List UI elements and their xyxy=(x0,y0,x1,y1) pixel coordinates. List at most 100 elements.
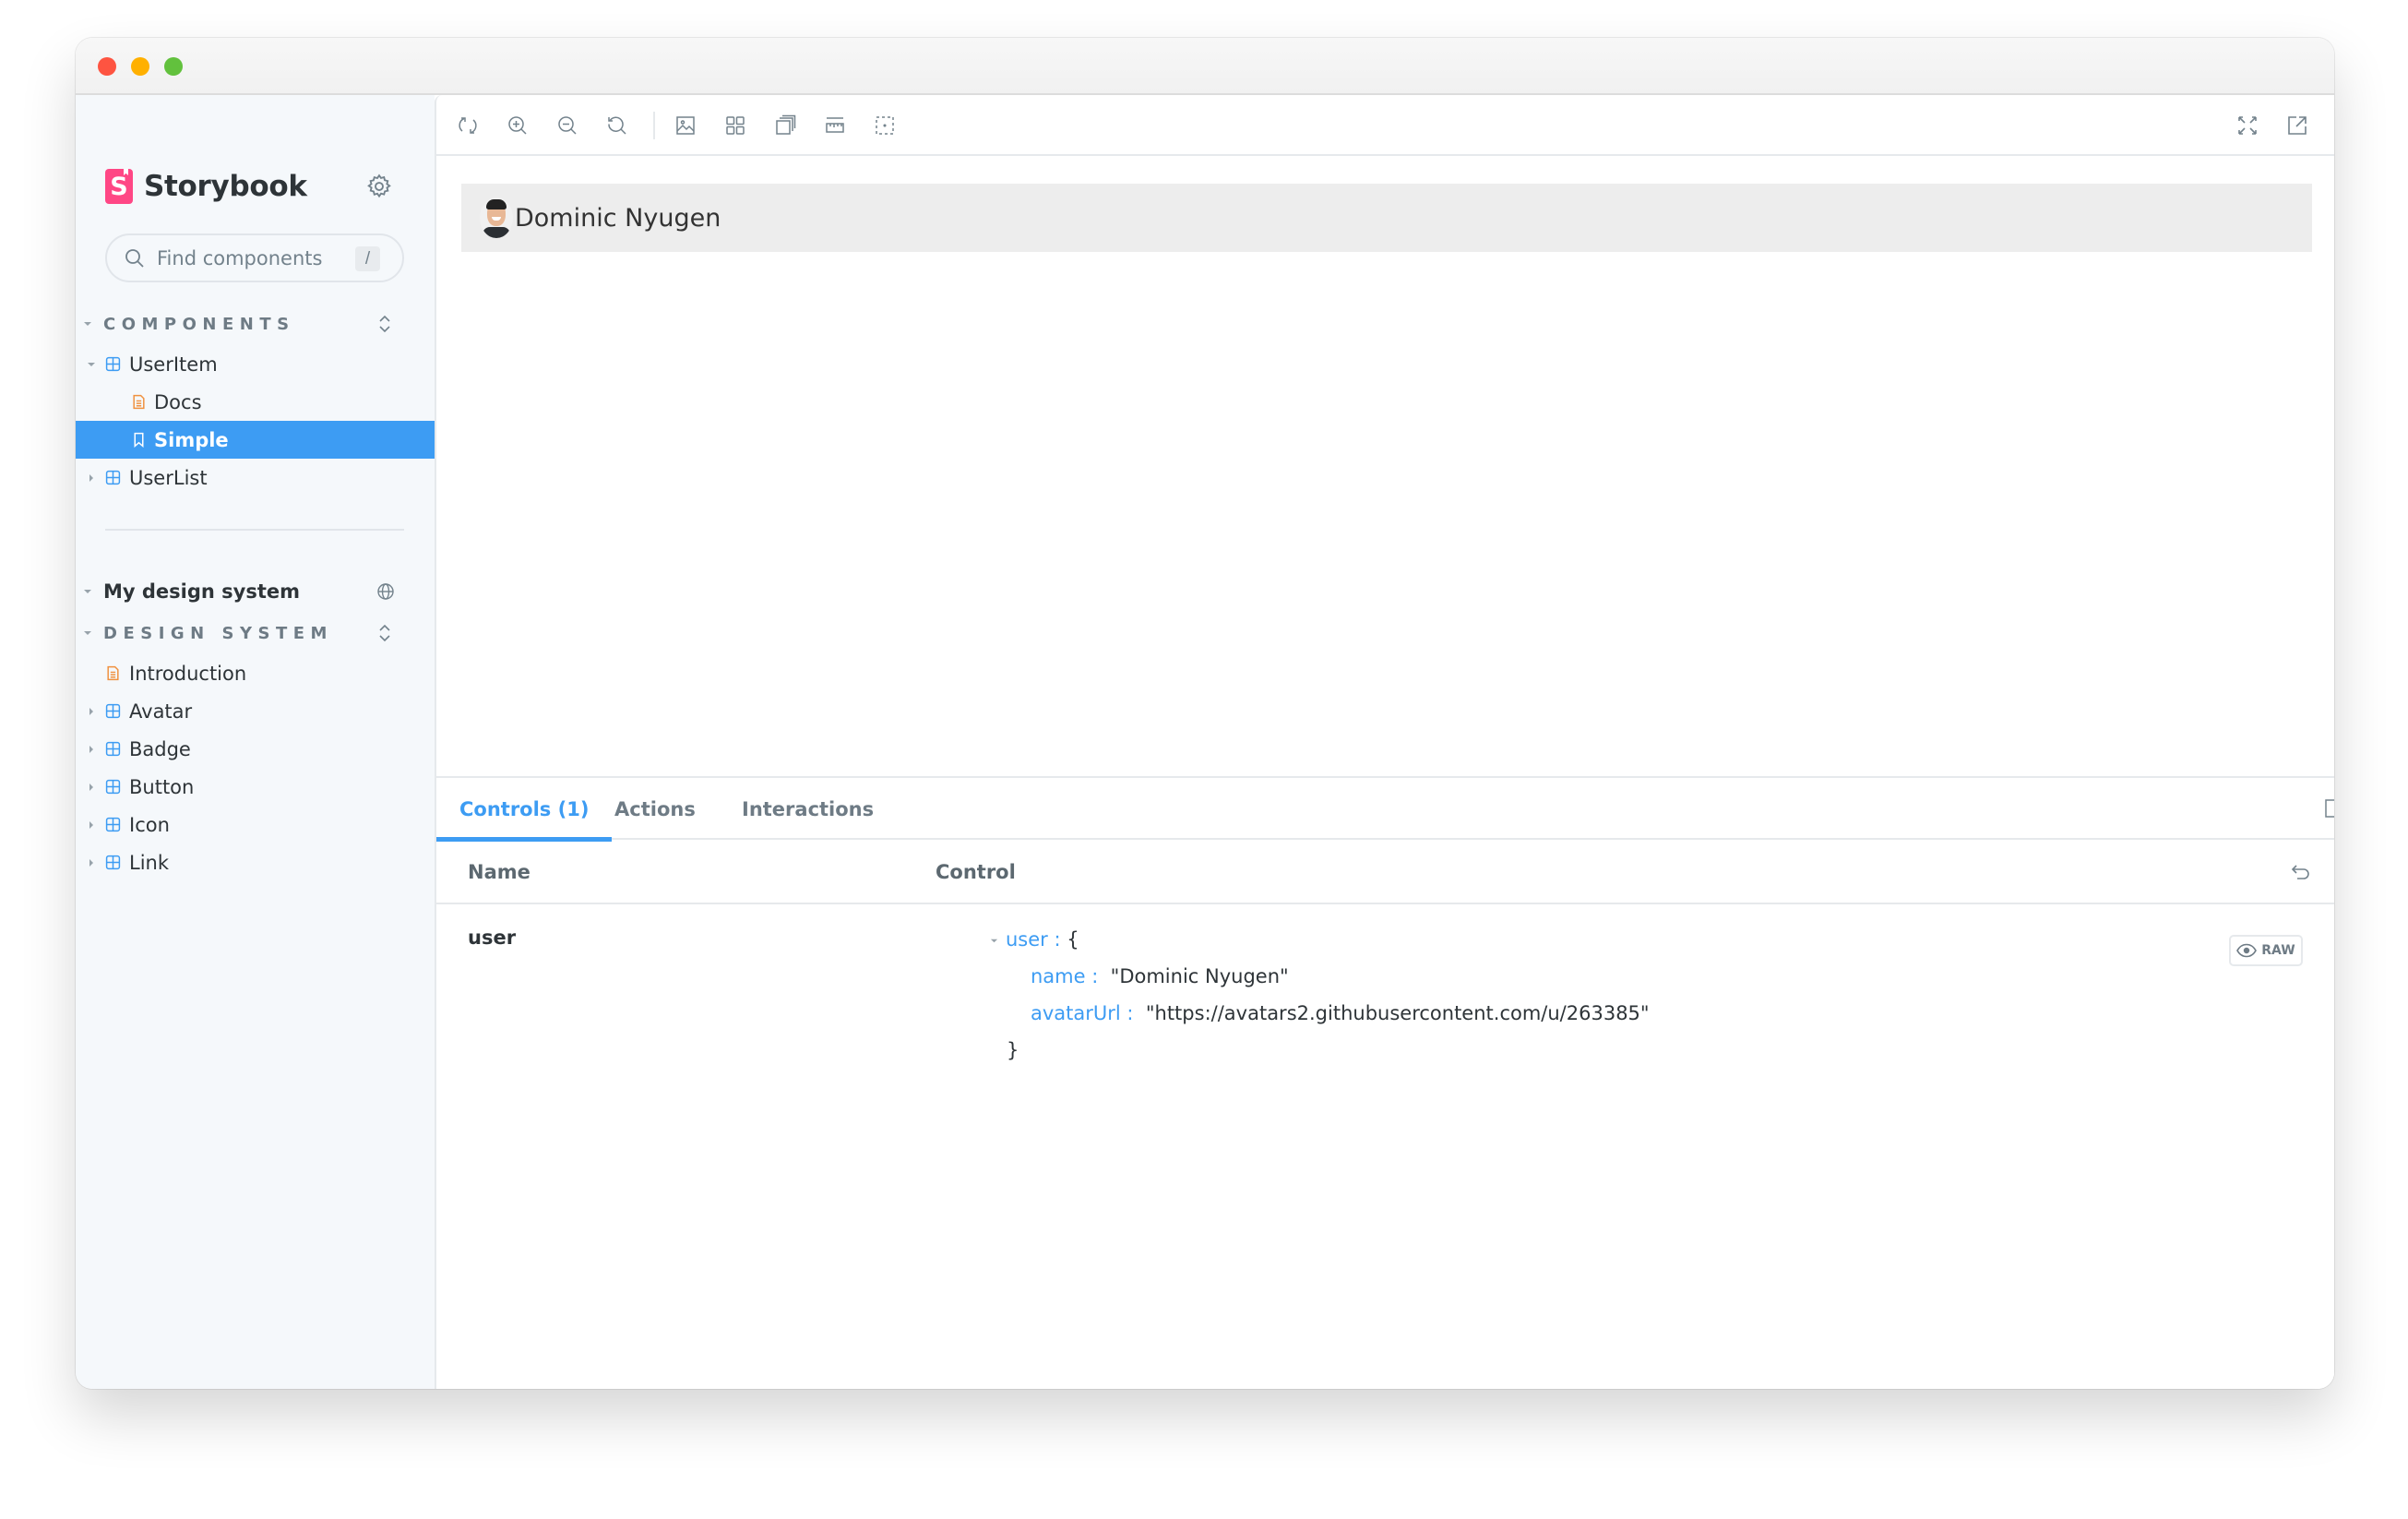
gear-icon xyxy=(367,173,391,198)
section-label: DESIGN SYSTEM xyxy=(103,623,333,643)
toolbar-separator xyxy=(653,112,655,139)
section-header-design-system[interactable]: DESIGN SYSTEM xyxy=(83,619,415,647)
component-icon xyxy=(105,779,121,795)
measure-icon xyxy=(826,117,844,133)
key-separator: : xyxy=(1047,928,1067,951)
background-button[interactable] xyxy=(674,114,697,137)
object-open-brace: { xyxy=(1067,928,1079,951)
globe-icon[interactable] xyxy=(376,582,395,601)
open-new-tab-button[interactable] xyxy=(2286,114,2308,137)
caret-down-icon[interactable] xyxy=(990,937,998,945)
search-box: / xyxy=(105,233,404,282)
sidebar-right-icon xyxy=(2325,799,2334,818)
grid-button[interactable] xyxy=(724,114,746,137)
sidebar-divider xyxy=(105,529,404,531)
main-area: Dominic Nyugen Controls (1) Actions Inte… xyxy=(435,95,2334,1389)
object-root-line[interactable]: user : { xyxy=(990,926,1079,953)
raw-label: RAW xyxy=(2261,943,2295,958)
tree-item-avatar[interactable]: Avatar xyxy=(76,692,435,730)
tree-item-label: Button xyxy=(129,775,195,798)
tree-item-link[interactable]: Link xyxy=(76,843,435,881)
panel-orientation-button[interactable] xyxy=(2323,797,2334,819)
storybook-logo-icon: S xyxy=(105,169,133,204)
ref-header-my-design-system[interactable]: My design system xyxy=(83,575,415,608)
tree-item-docs[interactable]: Docs xyxy=(76,383,435,421)
section-header-components[interactable]: COMPONENTS xyxy=(83,310,415,338)
entry-key: name xyxy=(1031,965,1086,987)
minimize-window-button[interactable] xyxy=(131,57,149,76)
document-icon xyxy=(107,665,119,681)
tree-item-label: Introduction xyxy=(129,662,247,685)
bookmark-icon xyxy=(134,432,144,448)
preview-toolbar xyxy=(436,95,2334,156)
tab-controls[interactable]: Controls (1) xyxy=(436,778,613,842)
viewport-icon xyxy=(776,114,796,135)
search-icon xyxy=(125,248,144,268)
object-entry-name[interactable]: name : "Dominic Nyugen" xyxy=(1031,963,1289,990)
reload-icon xyxy=(459,117,477,134)
caret-down-icon xyxy=(88,362,95,366)
zoom-in-icon xyxy=(508,116,527,135)
key-separator: : xyxy=(1085,965,1111,987)
measure-button[interactable] xyxy=(824,114,846,137)
fullscreen-button[interactable] xyxy=(2236,114,2259,137)
raw-toggle-button[interactable]: RAW xyxy=(2229,935,2303,966)
fullscreen-icon xyxy=(2238,116,2257,135)
expand-collapse-icon[interactable] xyxy=(376,622,393,644)
tree-item-label: Badge xyxy=(129,737,191,760)
user-item[interactable]: Dominic Nyugen xyxy=(461,184,2312,252)
zoom-out-icon xyxy=(558,116,577,135)
zoom-reset-button[interactable] xyxy=(606,114,628,137)
settings-button[interactable] xyxy=(365,173,393,200)
tree-item-label: Avatar xyxy=(129,700,193,723)
zoom-in-button[interactable] xyxy=(507,114,529,137)
document-icon xyxy=(133,394,145,410)
tree-item-icon[interactable]: Icon xyxy=(76,806,435,843)
caret-right-icon xyxy=(89,858,93,867)
entry-value[interactable]: "Dominic Nyugen" xyxy=(1111,965,1289,987)
preview-canvas: Dominic Nyugen xyxy=(436,156,2334,776)
component-icon xyxy=(105,703,121,719)
column-header-control: Control xyxy=(936,861,1016,883)
tab-actions[interactable]: Actions xyxy=(591,778,719,840)
tree-item-label: Link xyxy=(129,851,170,874)
tree-item-button[interactable]: Button xyxy=(76,768,435,806)
component-icon xyxy=(105,470,121,485)
tree-item-label: UserList xyxy=(129,466,208,489)
undo-icon xyxy=(2291,865,2309,879)
tree-item-simple[interactable]: Simple xyxy=(76,421,435,459)
avatar xyxy=(480,197,513,238)
caret-down-icon xyxy=(84,322,91,326)
viewport-button[interactable] xyxy=(774,114,796,137)
caret-down-icon xyxy=(84,631,91,635)
search-shortcut-hint: / xyxy=(355,246,380,271)
tree-item-badge[interactable]: Badge xyxy=(76,730,435,768)
caret-down-icon xyxy=(84,590,91,593)
close-window-button[interactable] xyxy=(98,57,116,76)
caret-right-icon xyxy=(89,707,93,715)
zoom-out-button[interactable] xyxy=(556,114,578,137)
search-input[interactable] xyxy=(157,246,360,269)
object-key: user xyxy=(1006,928,1048,951)
tab-interactions[interactable]: Interactions xyxy=(719,778,897,840)
outline-icon xyxy=(876,116,894,135)
expand-collapse-icon[interactable] xyxy=(376,313,393,335)
tree-item-label: Docs xyxy=(154,390,202,413)
open-new-tab-icon xyxy=(2288,116,2307,135)
section-label: COMPONENTS xyxy=(103,314,295,334)
grid-icon xyxy=(726,116,745,135)
object-entry-avatarurl[interactable]: avatarUrl : "https://avatars2.githubuser… xyxy=(1031,999,1650,1027)
tree-item-introduction[interactable]: Introduction xyxy=(76,654,435,692)
caret-right-icon xyxy=(89,820,93,829)
caret-right-icon xyxy=(89,745,93,753)
user-name: Dominic Nyugen xyxy=(515,203,721,233)
tree-item-userlist[interactable]: UserList xyxy=(76,459,435,496)
brand[interactable]: S Storybook xyxy=(105,168,307,205)
component-icon xyxy=(105,817,121,832)
reset-controls-button[interactable] xyxy=(2290,861,2312,883)
zoom-window-button[interactable] xyxy=(164,57,183,76)
entry-value[interactable]: "https://avatars2.githubusercontent.com/… xyxy=(1146,1002,1650,1024)
tree-item-useritem[interactable]: UserItem xyxy=(76,345,435,383)
outline-button[interactable] xyxy=(874,114,896,137)
reload-button[interactable] xyxy=(457,114,479,137)
